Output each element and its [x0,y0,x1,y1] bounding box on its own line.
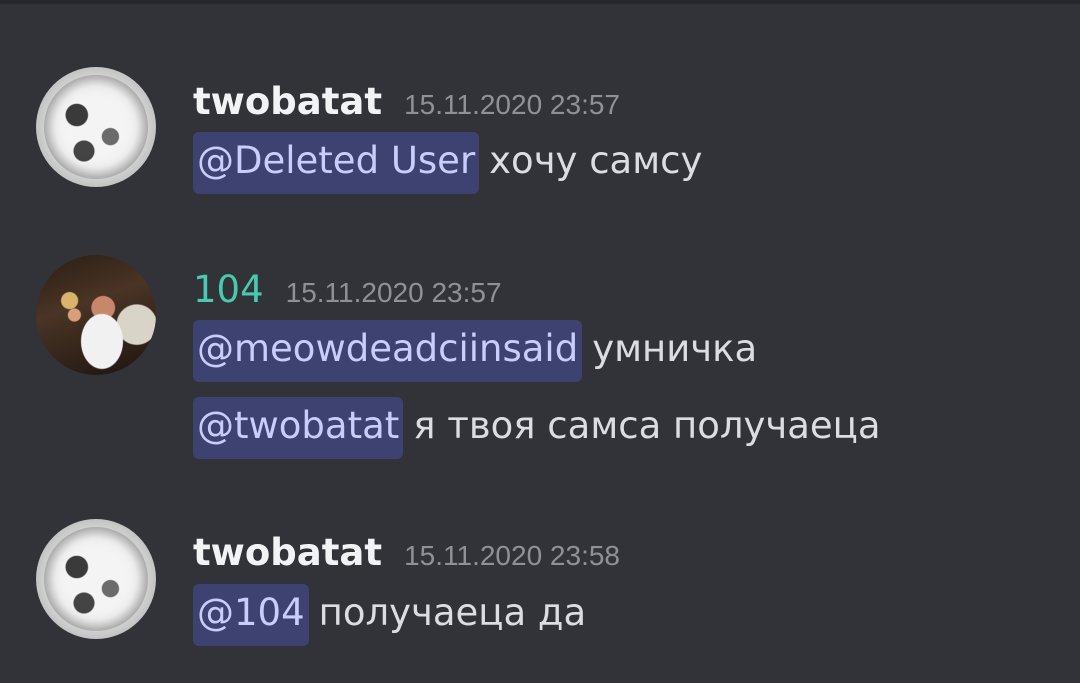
message-header: 104 15.11.2020 23:57 [193,268,502,318]
message-text: получаеца да [318,591,587,634]
avatar[interactable] [36,255,156,375]
message-timestamp: 15.11.2020 23:57 [285,277,502,308]
message-header: twobatat 15.11.2020 23:57 [193,80,620,130]
message-line: @Deleted User хочу самсу [193,132,702,196]
message-text: я твоя самса получаеца [413,404,881,447]
message-timestamp: 15.11.2020 23:58 [404,540,620,571]
message-line: @twobatat я твоя самса получаеца [193,397,881,461]
user-mention[interactable]: @104 [193,584,309,646]
author-name[interactable]: 104 [193,268,264,311]
message-text: хочу самсу [489,139,703,182]
top-divider [0,0,1080,4]
message-line: @meowdeadciinsaid умничка [193,320,757,384]
author-name[interactable]: twobatat [193,531,382,574]
message-header: twobatat 15.11.2020 23:58 [193,531,620,581]
message-line: @104 получаеца да [193,584,586,648]
author-name[interactable]: twobatat [193,80,382,123]
user-mention[interactable]: @meowdeadciinsaid [193,320,583,382]
message-timestamp: 15.11.2020 23:57 [404,89,620,120]
user-mention[interactable]: @Deleted User [193,132,480,194]
message-text: умничка [592,327,758,370]
avatar[interactable] [36,519,156,639]
avatar[interactable] [36,67,156,187]
user-mention[interactable]: @twobatat [193,397,404,459]
